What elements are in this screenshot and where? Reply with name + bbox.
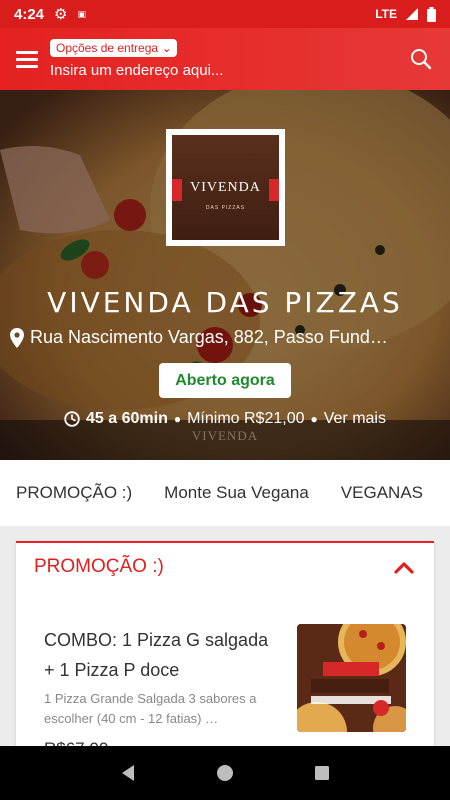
search-icon[interactable] — [406, 44, 436, 74]
section-header[interactable]: PROMOÇÃO :) — [16, 543, 434, 591]
status-bar: 4:24 ⚙ ▣ LTE — [0, 0, 450, 28]
system-nav-bar — [0, 746, 450, 800]
category-tab-monte-sua-vegana[interactable]: Monte Sua Vegana — [148, 483, 325, 503]
app-screen: 4:24 ⚙ ▣ LTE Opções de entrega ⌄ Insira … — [0, 0, 450, 800]
logo-subtext: DAS PIZZAS — [205, 205, 246, 211]
location-pin-icon — [10, 327, 24, 348]
dino-icon: ▣ — [77, 8, 86, 19]
delivery-options-label: Opções de entrega — [56, 41, 159, 55]
category-tabs: PROMOÇÃO :) Monte Sua Vegana VEGANAS — [0, 460, 450, 526]
item-description: 1 Pizza Grande Salgada 3 sabores a escol… — [44, 691, 257, 726]
address-input[interactable]: Insira um endereço aqui... — [50, 62, 406, 79]
restaurant-hero: VIVENDA DAS PIZZAS VIVENDA DAS PIZZAS Ru… — [0, 90, 450, 460]
gear-icon: ⚙ — [54, 6, 68, 23]
logo-watermark: VIVENDA — [191, 428, 259, 443]
signal-icon — [406, 8, 418, 20]
home-icon[interactable] — [210, 758, 240, 788]
section-title: PROMOÇÃO :) — [34, 556, 164, 577]
item-image — [297, 624, 406, 732]
delivery-time: 45 a 60min — [86, 410, 168, 427]
battery-icon — [427, 6, 436, 22]
delivery-options-button[interactable]: Opções de entrega ⌄ — [50, 39, 178, 57]
minimum-order: Mínimo R$21,00 — [187, 410, 305, 427]
back-icon[interactable] — [113, 758, 143, 788]
app-header: Opções de entrega ⌄ Insira um endereço a… — [0, 28, 450, 90]
category-tab-promocao[interactable]: PROMOÇÃO :) — [0, 483, 148, 503]
category-tab-veganas[interactable]: VEGANAS — [325, 483, 439, 503]
network-label: LTE — [375, 7, 397, 21]
restaurant-name: VIVENDA DAS PIZZAS — [47, 286, 403, 319]
address-text: Rua Nascimento Vargas, 882, Passo Fund… — [30, 327, 388, 347]
menu-icon[interactable] — [16, 50, 38, 68]
status-time: 4:24 — [14, 5, 45, 23]
restaurant-address: Rua Nascimento Vargas, 882, Passo Fund… — [10, 327, 442, 348]
open-status-badge: Aberto agora — [159, 363, 291, 398]
see-more-link[interactable]: Ver mais — [324, 410, 386, 428]
item-title: COMBO: 1 Pizza G salgada + 1 Pizza P doc… — [44, 630, 269, 680]
promo-section: PROMOÇÃO :) COMBO: 1 Pizza G salgada + 1… — [16, 541, 434, 771]
restaurant-info: 45 a 60min ● Mínimo R$21,00 ● Ver mais — [0, 410, 450, 428]
recents-icon[interactable] — [307, 758, 337, 788]
chevron-down-icon: ⌄ — [162, 42, 172, 55]
logo-text: VIVENDA — [190, 179, 261, 195]
clock-icon — [64, 411, 80, 427]
chevron-up-icon[interactable] — [392, 555, 416, 579]
restaurant-logo: VIVENDA DAS PIZZAS — [166, 129, 285, 246]
